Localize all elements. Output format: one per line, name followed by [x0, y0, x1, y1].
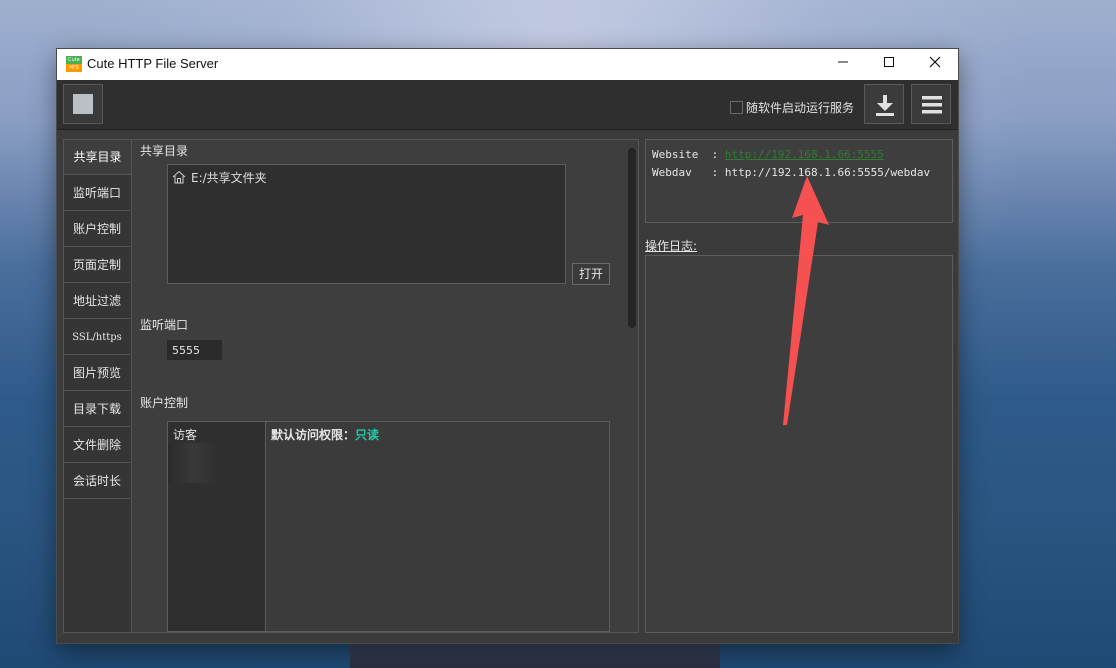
operation-log-label: 操作日志: [645, 239, 698, 253]
account-control-heading: 账户控制 [140, 396, 189, 410]
menu-button[interactable] [911, 84, 951, 124]
download-button[interactable] [864, 84, 904, 124]
settings-tabs: 共享目录 监听端口 账户控制 页面定制 地址过滤 SSL/https 图片预览 … [64, 140, 132, 632]
maximize-button[interactable] [866, 49, 912, 80]
download-icon [876, 95, 894, 116]
tab-dir-download[interactable]: 目录下载 [64, 392, 130, 427]
hamburger-menu-icon [922, 96, 942, 114]
stop-icon [73, 94, 93, 114]
desktop-dock-strip [350, 640, 720, 668]
start-stop-button[interactable] [63, 84, 103, 124]
title-bar[interactable]: Cute HFS Cute HTTP File Server [57, 49, 958, 80]
website-sep: : [711, 148, 719, 161]
shared-dir-path: E:/共享文件夹 [191, 171, 267, 185]
account-box: 访客 默认访问权限：只读 [167, 421, 610, 632]
shared-dir-list[interactable]: E:/共享文件夹 [167, 164, 566, 284]
operation-log-box[interactable] [645, 255, 953, 633]
permission-value: 只读 [355, 428, 380, 442]
open-dir-button[interactable]: 打开 [572, 263, 610, 285]
blurred-account-area [168, 443, 218, 483]
window-title: Cute HTTP File Server [87, 56, 219, 71]
shared-dir-item[interactable]: E:/共享文件夹 [172, 169, 267, 186]
server-address-box: Website : http://192.168.1.66:5555 Webda… [645, 139, 953, 223]
webdav-label: Webdav [652, 166, 692, 179]
account-item-guest[interactable]: 访客 [173, 426, 197, 443]
webdav-url[interactable]: http://192.168.1.66:5555/webdav [725, 166, 930, 179]
settings-panel: 共享目录 监听端口 账户控制 页面定制 地址过滤 SSL/https 图片预览 … [63, 139, 639, 633]
settings-scrollbar[interactable] [628, 148, 636, 328]
home-icon [172, 170, 186, 184]
close-icon [929, 56, 941, 68]
website-label: Website [652, 148, 699, 161]
app-logo-icon: Cute HFS [66, 56, 82, 72]
port-input[interactable]: 5555 [167, 340, 222, 360]
tab-shared-dir[interactable]: 共享目录 [64, 140, 131, 175]
toolbar: 随软件启动运行服务 [57, 80, 958, 130]
tab-page-custom[interactable]: 页面定制 [64, 248, 130, 283]
tab-session-duration[interactable]: 会话时长 [64, 464, 130, 499]
autostart-checkbox[interactable]: 随软件启动运行服务 [730, 97, 854, 115]
default-permission: 默认访问权限：只读 [271, 426, 379, 443]
account-list[interactable]: 访客 [168, 422, 266, 631]
website-link[interactable]: http://192.168.1.66:5555 [725, 148, 884, 161]
tab-image-preview[interactable]: 图片预览 [64, 356, 130, 391]
scrollbar-thumb[interactable] [628, 148, 636, 328]
minimize-button[interactable] [820, 49, 866, 80]
minimize-icon [838, 61, 848, 63]
tab-file-delete[interactable]: 文件删除 [64, 428, 130, 463]
close-button[interactable] [912, 49, 958, 80]
permission-label: 默认访问权限： [271, 428, 356, 442]
tab-ssl-https[interactable]: SSL/https [64, 320, 130, 355]
listen-port-heading: 监听端口 [140, 318, 189, 332]
tab-listen-port[interactable]: 监听端口 [64, 176, 130, 211]
settings-content: 共享目录 E:/共享文件夹 打开 监听端口 5555 账户控制 访客 默认访问权… [131, 140, 638, 632]
webdav-row: Webdav : http://192.168.1.66:5555/webdav [652, 166, 930, 179]
webdav-sep: : [711, 166, 719, 179]
app-logo-top: Cute [66, 56, 82, 64]
shared-dir-heading: 共享目录 [140, 144, 189, 158]
website-row: Website : http://192.168.1.66:5555 [652, 148, 884, 161]
checkbox-box[interactable] [730, 101, 743, 114]
maximize-icon [884, 57, 894, 67]
tab-address-filter[interactable]: 地址过滤 [64, 284, 130, 319]
app-window: Cute HFS Cute HTTP File Server 随软件启动运行服务 [57, 49, 958, 643]
autostart-label: 随软件启动运行服务 [746, 101, 855, 115]
tab-account-control[interactable]: 账户控制 [64, 212, 130, 247]
app-logo-bottom: HFS [66, 64, 82, 72]
